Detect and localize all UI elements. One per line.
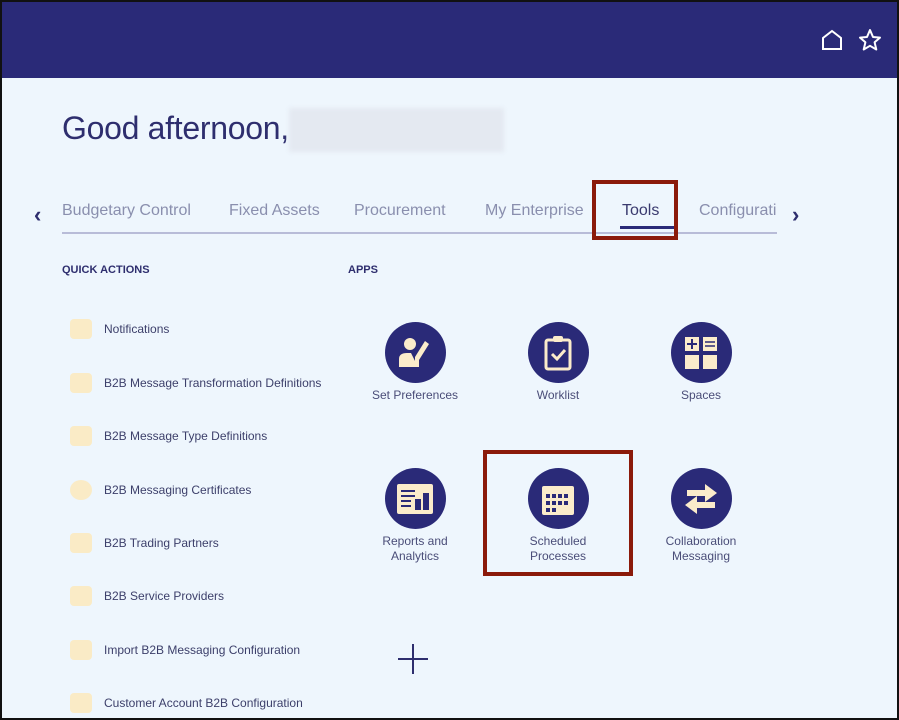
tabs-scroll-left[interactable]: ‹ (34, 202, 41, 228)
quick-action-service-providers[interactable]: B2B Service Providers (70, 585, 224, 607)
app-spaces[interactable]: Spaces (641, 322, 761, 403)
app-set-preferences[interactable]: Set Preferences (355, 322, 475, 403)
quick-action-trading-partners[interactable]: B2B Trading Partners (70, 532, 219, 554)
highlight-box-tools (592, 180, 678, 240)
redacted-user-name (289, 108, 504, 152)
quick-action-transformation-definitions[interactable]: B2B Message Transformation Definitions (70, 372, 321, 394)
greeting: Good afternoon, (62, 110, 289, 146)
quick-actions-heading: QUICK ACTIONS (62, 264, 150, 276)
tab-procurement[interactable]: Procurement (354, 202, 446, 220)
report-icon (397, 483, 433, 514)
provider-icon (70, 586, 92, 606)
clipboard-icon (70, 426, 92, 446)
quick-action-notifications[interactable]: Notifications (70, 318, 169, 340)
handshake-icon (70, 533, 92, 553)
bell-icon (70, 319, 92, 339)
quick-action-type-definitions[interactable]: B2B Message Type Definitions (70, 425, 267, 447)
tab-fixed-assets[interactable]: Fixed Assets (229, 202, 320, 220)
add-app-plus-icon[interactable] (397, 643, 429, 675)
tab-budgetary-control[interactable]: Budgetary Control (62, 202, 191, 220)
person-edit-icon (399, 337, 429, 367)
swap-arrows-icon (685, 483, 717, 514)
certificate-icon (70, 480, 92, 500)
spaces-grid-icon (685, 336, 717, 369)
home-icon[interactable] (820, 28, 844, 52)
tab-configuration[interactable]: Configuratio (699, 202, 777, 220)
global-header (2, 2, 897, 78)
app-window: Good afternoon, ‹ Budgetary Control Fixe… (0, 0, 899, 720)
app-worklist[interactable]: Worklist (498, 322, 618, 403)
tab-my-enterprise[interactable]: My Enterprise (485, 202, 584, 220)
star-icon[interactable] (858, 28, 882, 52)
app-reports-and-analytics[interactable]: Reports and Analytics (355, 468, 475, 564)
quick-action-customer-account-config[interactable]: Customer Account B2B Configuration (70, 692, 303, 714)
clipboard-check-icon (544, 335, 572, 370)
app-collaboration-messaging[interactable]: Collaboration Messaging (641, 468, 761, 564)
quick-action-import-configuration[interactable]: Import B2B Messaging Configuration (70, 639, 300, 661)
document-icon (70, 373, 92, 393)
tabs-scroll-right[interactable]: › (792, 202, 799, 228)
highlight-box-scheduled-processes (483, 450, 633, 576)
apps-heading: APPS (348, 264, 378, 276)
tools-icon (70, 693, 92, 713)
quick-action-certificates[interactable]: B2B Messaging Certificates (70, 479, 251, 501)
upload-icon (70, 640, 92, 660)
